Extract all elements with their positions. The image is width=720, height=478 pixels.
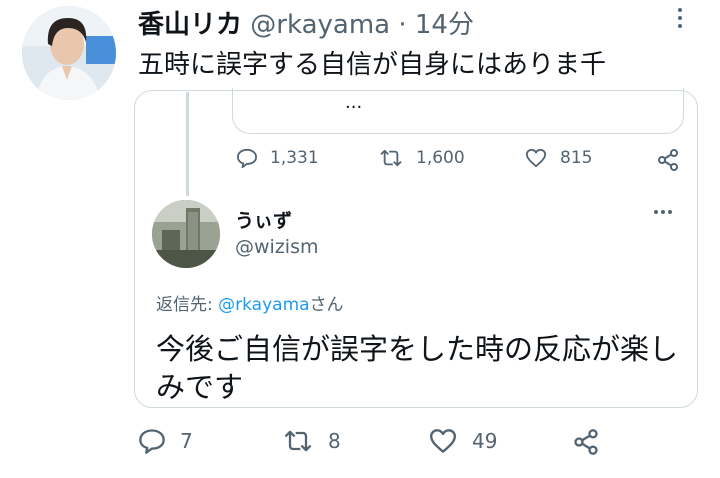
quoted-retweet-stat[interactable]: 1,600 [378,148,465,168]
replying-to-prefix: 返信先: [156,295,219,315]
reply-author-name[interactable]: うぃず [235,206,292,233]
author-handle[interactable]: @rkayama [250,10,390,40]
thread-line [186,92,189,196]
quoted-like-count: 815 [560,148,593,168]
quoted-reply-stat[interactable]: 1,331 [236,148,319,168]
share-icon [658,149,678,171]
like-count: 49 [472,429,498,453]
tweet-header: 香山リカ @rkayama · 14分 [138,4,474,41]
heart-icon [430,429,456,453]
quoted-tweet-card[interactable]: ... [232,88,684,134]
like-button[interactable]: 49 [428,428,497,454]
retweet-button[interactable]: 8 [282,428,341,454]
share-icon [574,429,598,455]
more-horizontal-icon[interactable] [654,210,672,214]
share-button[interactable] [572,428,614,456]
tweet-timestamp[interactable]: 14分 [415,10,474,40]
reply-author-handle[interactable]: @wizism [235,236,318,258]
reply-author-avatar[interactable] [152,200,220,268]
quoted-retweet-count: 1,600 [416,148,465,168]
retweet-count: 8 [328,429,341,453]
reply-icon [237,148,258,168]
reply-icon [139,429,165,454]
author-name[interactable]: 香山リカ [138,10,242,40]
retweet-icon [380,149,402,167]
retweet-icon [284,430,312,452]
author-avatar[interactable] [22,6,116,100]
quoted-like-stat[interactable]: 815 [524,148,592,168]
replying-to-line: 返信先: @rkayamaさん [156,290,344,315]
tweet-text: 五時に誤字する自信が自身にはありま千 [138,50,607,80]
replying-to-mention[interactable]: @rkayama [218,295,309,315]
reply-text: 今後ご自信が誤字をした時の反応が楽しみです [156,332,679,404]
quoted-share-stat[interactable] [656,148,692,172]
separator-dot: · [398,10,407,40]
reply-button[interactable]: 7 [138,428,193,454]
reply-count: 7 [180,429,193,453]
heart-icon [526,148,546,168]
replying-to-suffix: さん [309,295,344,315]
quoted-tweet-truncation: ... [345,92,363,113]
quoted-reply-count: 1,331 [270,148,319,168]
more-vertical-icon[interactable] [678,8,682,28]
